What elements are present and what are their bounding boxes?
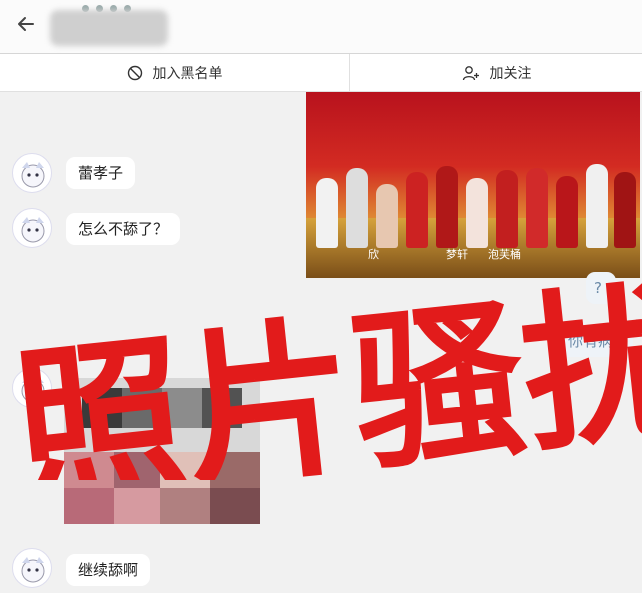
photo-figure (556, 176, 578, 248)
photo-caption: 泡芙桶 (488, 248, 521, 261)
blacklist-label: 加入黑名单 (152, 66, 223, 82)
photo-figure (614, 172, 636, 248)
message-bubble: 蕾孝子 (66, 157, 136, 189)
photo-figure (316, 178, 338, 248)
photo-caption: 梦轩 (446, 248, 468, 261)
photo-caption: 欣 (368, 248, 379, 261)
photo-figure (436, 166, 458, 248)
photo-figure (466, 178, 488, 248)
photo-figure (376, 184, 398, 248)
chat-header (0, 0, 642, 54)
follow-label: 加关注 (489, 66, 532, 82)
follow-button[interactable]: 加关注 (351, 54, 642, 92)
photo-figure (346, 168, 368, 248)
back-arrow-icon[interactable] (14, 14, 38, 38)
message-bubble-self: 你有病? (556, 325, 633, 357)
avatar[interactable] (12, 548, 52, 588)
photo-figure (526, 168, 548, 248)
blacklist-button[interactable]: 加入黑名单 (0, 54, 350, 92)
avatar[interactable] (12, 153, 52, 193)
message-bubble: 继续舔啊 (66, 554, 151, 586)
contact-name-blurred (50, 10, 168, 46)
message-bubble-self: ? (586, 272, 616, 304)
add-user-icon (462, 66, 479, 81)
avatar[interactable] (12, 208, 52, 248)
block-icon (127, 65, 142, 81)
photo-figure (586, 164, 608, 248)
photo-figure (406, 172, 428, 248)
photo-message[interactable]: 欣 梦轩 泡芙桶 (306, 92, 640, 278)
avatar[interactable] (12, 368, 52, 408)
photo-figure (496, 170, 518, 248)
pixelated-photo-message[interactable] (64, 378, 260, 524)
action-bar: 加入黑名单 加关注 (0, 54, 642, 92)
status-dots (82, 0, 142, 12)
message-bubble: 怎么不舔了？ (66, 213, 181, 245)
